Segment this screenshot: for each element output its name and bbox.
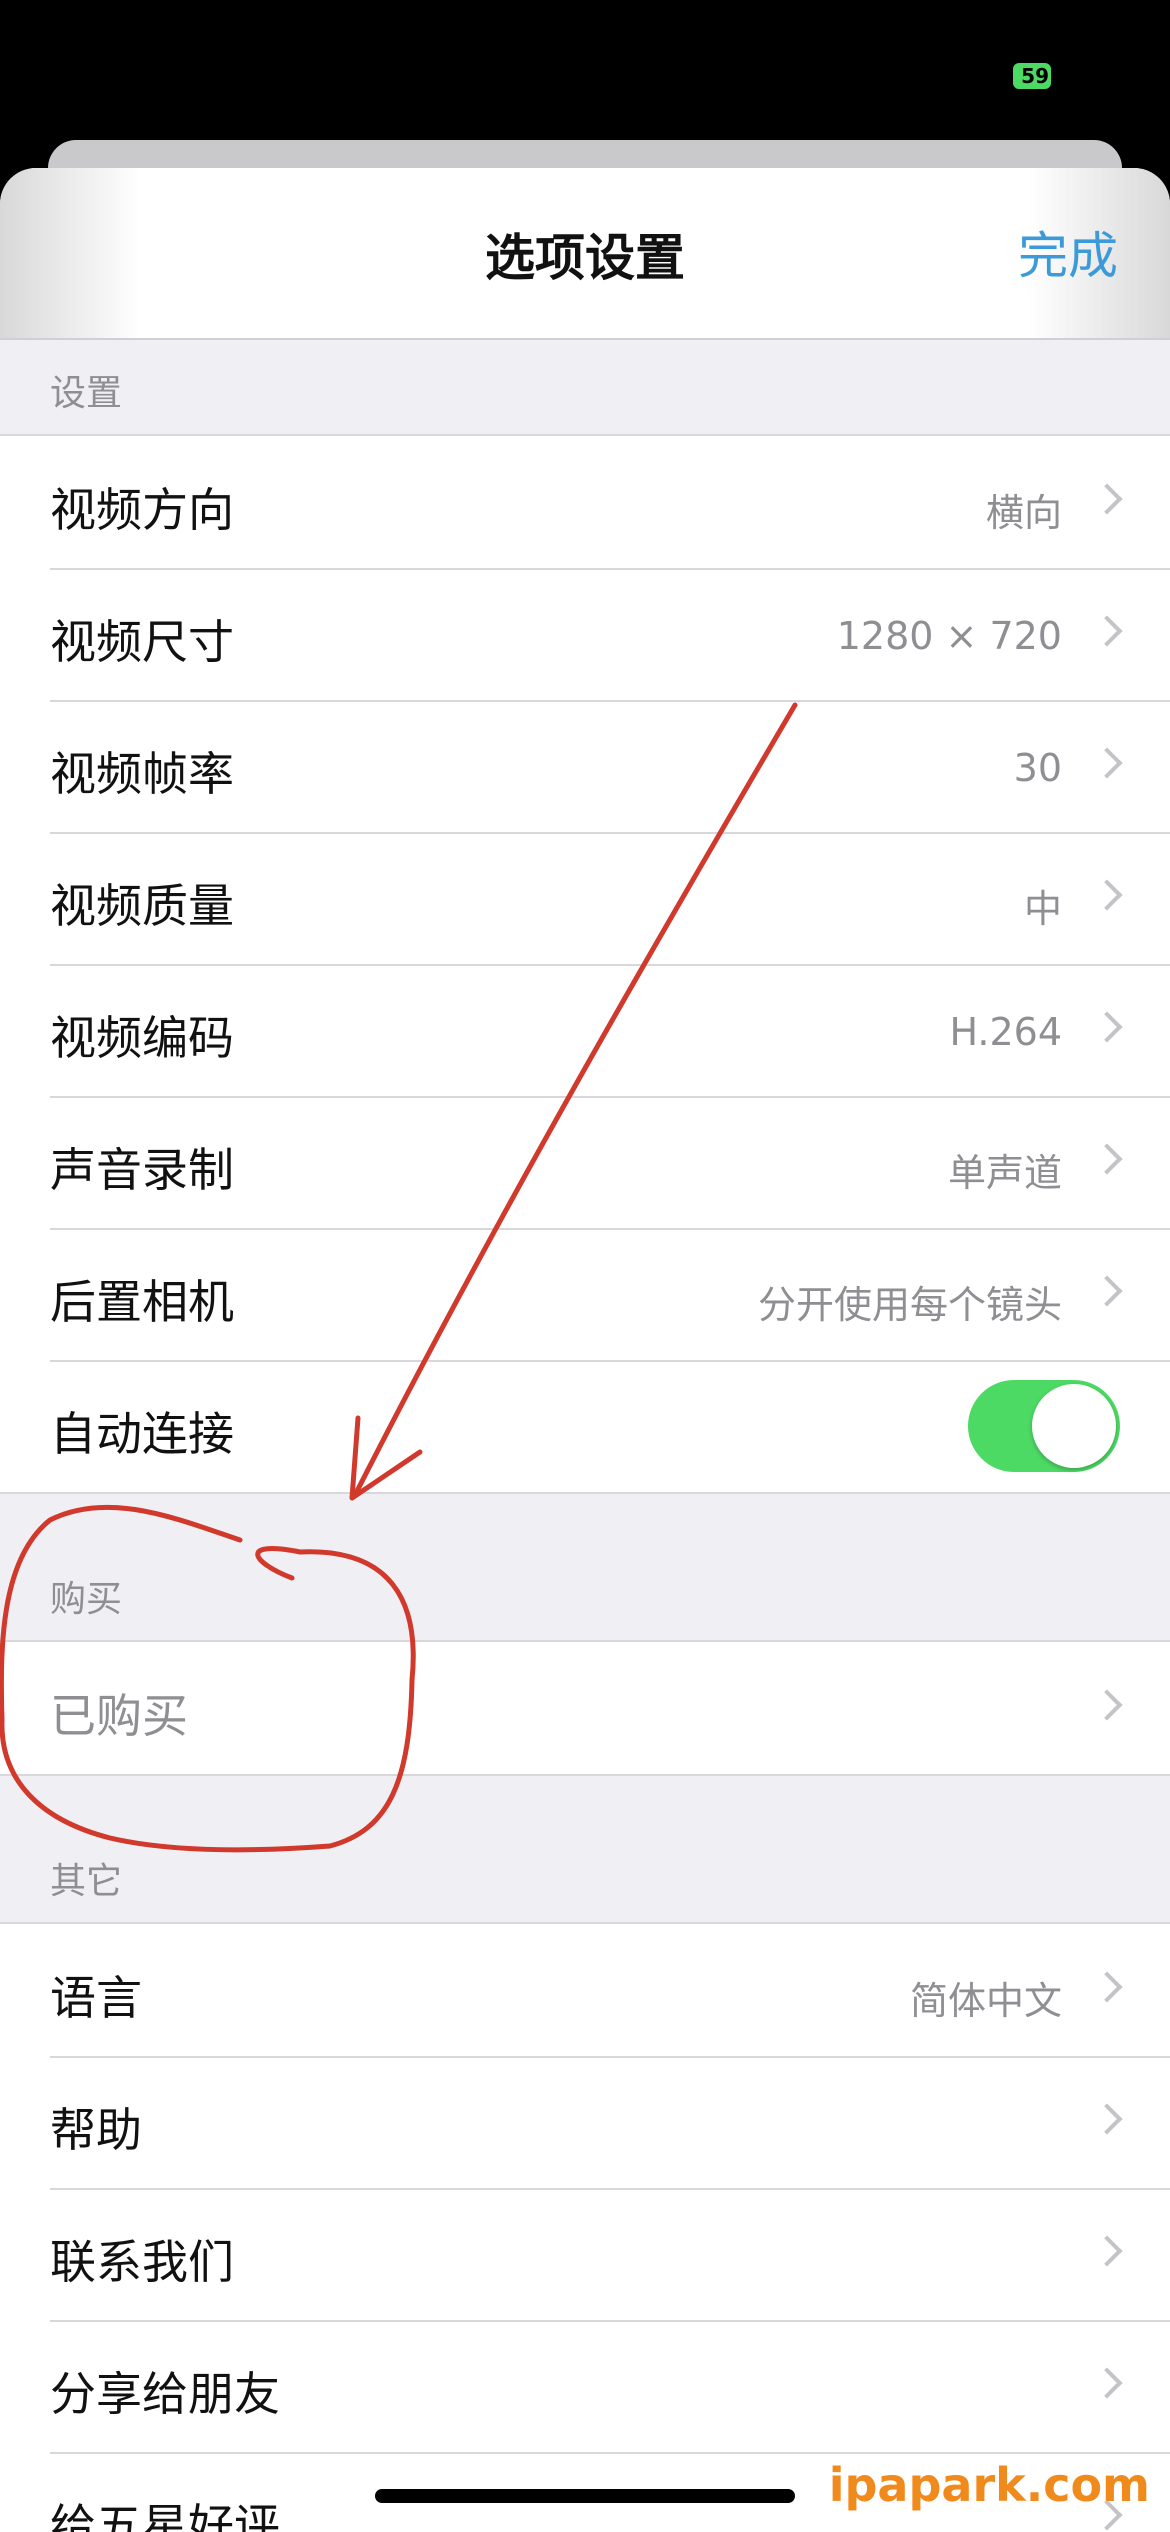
settings-group: 视频方向 横向 视频尺寸 1280 × 720 视频帧率 30 视频质量 中 视… <box>0 434 1170 1494</box>
row-value: 单声道 <box>947 1151 1062 1195</box>
chevron-right-icon <box>1091 2367 1123 2399</box>
chevron-right-icon <box>1091 1275 1123 1307</box>
row-audio-recording[interactable]: 声音录制 单声道 <box>0 1096 1170 1228</box>
row-video-size[interactable]: 视频尺寸 1280 × 720 <box>0 568 1170 700</box>
chevron-right-icon <box>1091 1971 1123 2003</box>
chevron-right-icon <box>1091 1011 1123 1043</box>
row-video-orientation[interactable]: 视频方向 横向 <box>0 436 1170 568</box>
chevron-right-icon <box>1091 1689 1123 1721</box>
other-group: 语言 简体中文 帮助 联系我们 分享给朋友 给五星好评 <box>0 1922 1170 2532</box>
row-label: 视频方向 <box>50 483 234 537</box>
purchase-group: 已购买 <box>0 1640 1170 1776</box>
row-purchased[interactable]: 已购买 <box>0 1642 1170 1774</box>
row-share[interactable]: 分享给朋友 <box>0 2320 1170 2452</box>
row-label: 分享给朋友 <box>50 2367 280 2421</box>
row-label: 联系我们 <box>50 2235 234 2289</box>
row-value: 30 <box>1013 746 1062 790</box>
auto-connect-toggle[interactable] <box>968 1380 1120 1472</box>
row-video-codec[interactable]: 视频编码 H.264 <box>0 964 1170 1096</box>
settings-sheet: 选项设置 完成 设置 视频方向 横向 视频尺寸 1280 × 720 视频帧率 … <box>0 168 1170 2532</box>
row-value: 中 <box>1023 887 1062 931</box>
row-label: 帮助 <box>50 2103 142 2157</box>
row-language[interactable]: 语言 简体中文 <box>0 1924 1170 2056</box>
watermark: ipapark.com <box>828 2458 1150 2512</box>
row-value: H.264 <box>949 1010 1062 1054</box>
row-help[interactable]: 帮助 <box>0 2056 1170 2188</box>
section-header-purchase: 购买 <box>50 1579 123 1620</box>
chevron-right-icon <box>1091 1143 1123 1175</box>
row-value: 分开使用每个镜头 <box>757 1283 1062 1327</box>
row-label: 给五星好评 <box>50 2499 280 2532</box>
chevron-right-icon <box>1091 747 1123 779</box>
battery-icon: 59 <box>1013 63 1051 89</box>
row-label: 语言 <box>50 1971 142 2025</box>
row-auto-connect: 自动连接 <box>0 1360 1170 1492</box>
row-contact-us[interactable]: 联系我们 <box>0 2188 1170 2320</box>
toggle-knob <box>1032 1384 1116 1468</box>
row-video-framerate[interactable]: 视频帧率 30 <box>0 700 1170 832</box>
section-header-other: 其它 <box>50 1861 123 1902</box>
page-title: 选项设置 <box>485 229 685 287</box>
chevron-right-icon <box>1091 879 1123 911</box>
row-label: 自动连接 <box>50 1407 234 1461</box>
chevron-right-icon <box>1091 483 1123 515</box>
home-indicator <box>375 2489 795 2503</box>
row-label: 视频帧率 <box>50 747 234 801</box>
row-label: 视频质量 <box>50 879 234 933</box>
row-label: 已购买 <box>50 1689 188 1743</box>
row-value: 简体中文 <box>909 1979 1062 2023</box>
row-value: 1280 × 720 <box>836 614 1062 658</box>
chevron-right-icon <box>1091 2235 1123 2267</box>
row-value: 横向 <box>985 491 1062 535</box>
row-label: 声音录制 <box>50 1143 234 1197</box>
row-label: 后置相机 <box>50 1275 234 1329</box>
chevron-right-icon <box>1091 2103 1123 2135</box>
row-video-quality[interactable]: 视频质量 中 <box>0 832 1170 964</box>
section-header-settings: 设置 <box>50 373 123 414</box>
navigation-bar: 选项设置 完成 <box>0 168 1170 340</box>
done-button[interactable]: 完成 <box>1018 216 1118 288</box>
row-label: 视频尺寸 <box>50 615 234 669</box>
chevron-right-icon <box>1091 615 1123 647</box>
row-rear-camera[interactable]: 后置相机 分开使用每个镜头 <box>0 1228 1170 1360</box>
row-label: 视频编码 <box>50 1011 234 1065</box>
